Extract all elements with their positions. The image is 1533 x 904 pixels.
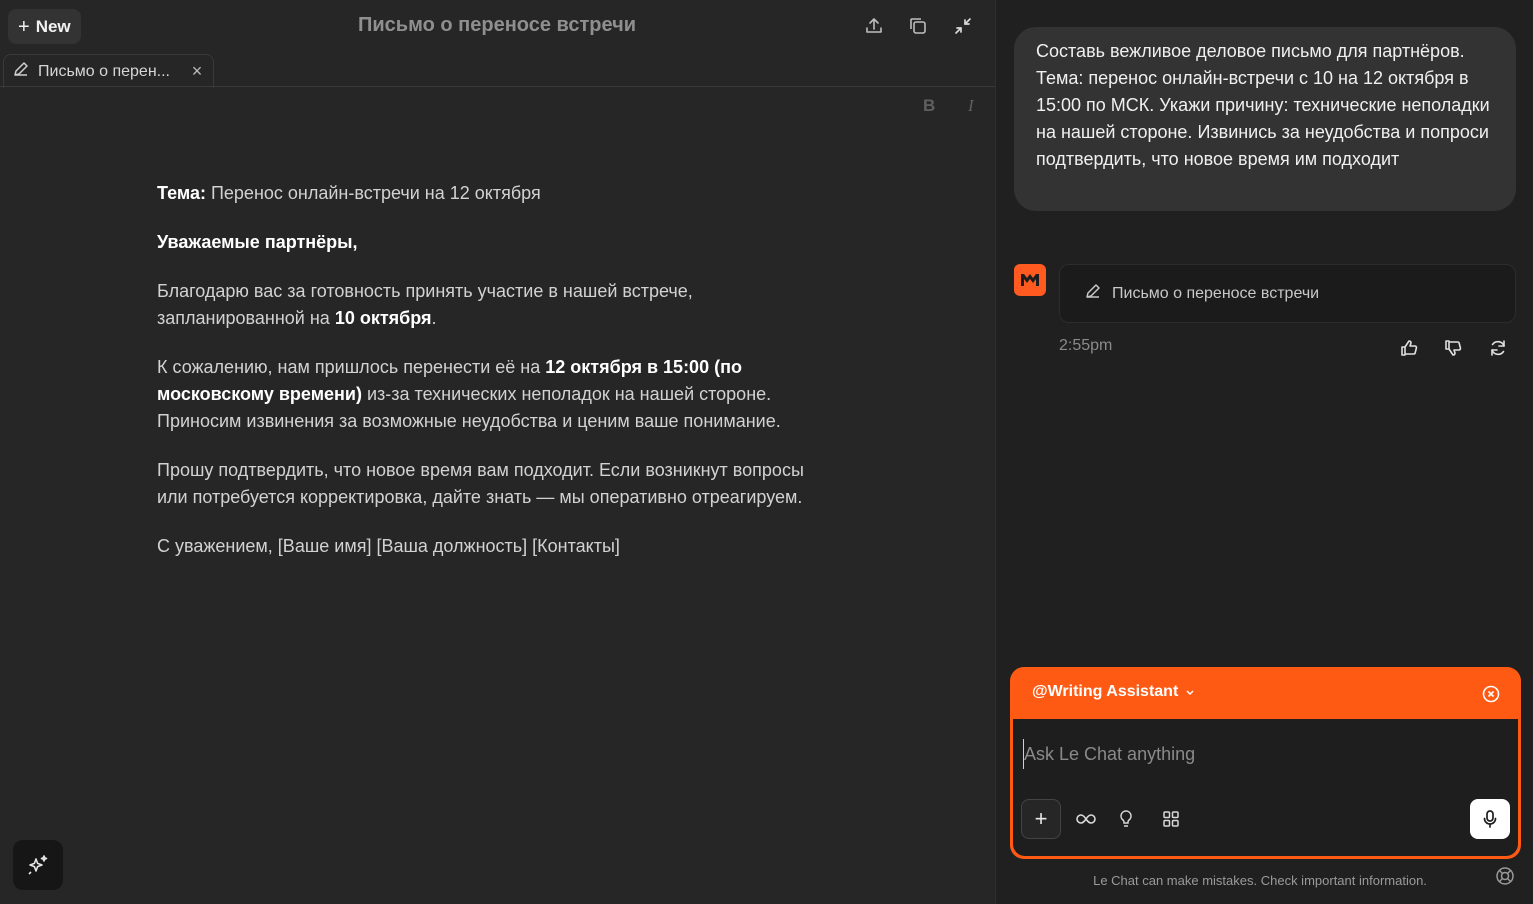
tab-divider	[0, 86, 995, 87]
greeting: Уважаемые партнёры,	[157, 229, 837, 256]
regenerate-icon[interactable]	[1486, 336, 1510, 360]
pencil-icon	[12, 60, 30, 83]
composer-body: +	[1013, 719, 1518, 856]
chat-composer: @Writing Assistant +	[1010, 667, 1521, 859]
plus-icon: +	[18, 15, 30, 38]
thumbs-up-icon[interactable]	[1397, 336, 1421, 360]
chevron-down-icon	[1186, 690, 1194, 696]
italic-button[interactable]: I	[968, 96, 974, 116]
tab-document[interactable]: Письмо о перен... ×	[3, 54, 214, 88]
p2-text: К сожалению, нам пришлось перенести её н…	[157, 357, 546, 377]
document-card-label: Письмо о переносе встречи	[1112, 284, 1320, 302]
microphone-icon	[1483, 810, 1497, 828]
greeting-text: Уважаемые партнёры,	[157, 232, 358, 252]
share-icon[interactable]	[862, 14, 886, 38]
document-card[interactable]: Письмо о переносе встречи	[1059, 264, 1516, 323]
sparkle-icon	[28, 855, 48, 875]
thumbs-down-icon[interactable]	[1441, 336, 1465, 360]
voice-input-button[interactable]	[1470, 799, 1510, 839]
lightbulb-icon[interactable]	[1115, 808, 1137, 830]
mistral-logo-icon	[1021, 274, 1039, 286]
chat-input[interactable]	[1023, 739, 1463, 769]
new-button-label: New	[35, 16, 71, 36]
p1-bold: 10 октября	[334, 308, 432, 328]
pencil-icon	[1084, 282, 1102, 305]
disclaimer-text: Le Chat can make mistakes. Check importa…	[1093, 873, 1427, 888]
attach-button[interactable]: +	[1021, 799, 1061, 839]
subject-label: Тема:	[157, 183, 206, 203]
document-body[interactable]: Тема: Перенос онлайн-встречи на 12 октяб…	[157, 180, 837, 582]
assistant-avatar	[1014, 264, 1046, 296]
subject-line: Тема: Перенос онлайн-встречи на 12 октяб…	[157, 180, 837, 207]
editor-panel: + New Письмо о переносе встречи Письмо о…	[0, 0, 995, 904]
ai-sparkle-button[interactable]	[13, 840, 63, 890]
remove-agent-icon[interactable]	[1481, 684, 1501, 704]
chat-panel: Составь вежливое деловое письмо для парт…	[995, 0, 1533, 904]
infinity-icon[interactable]	[1075, 808, 1097, 830]
document-title: Письмо о переносе встречи	[357, 14, 636, 36]
plus-icon: +	[1034, 806, 1048, 831]
paragraph-3: Прошу подтвердить, что новое время вам п…	[157, 460, 804, 507]
paragraph-1: Благодарю вас за готовность принять учас…	[157, 278, 837, 332]
subject-text: Перенос онлайн-встречи на 12 октября	[205, 183, 541, 203]
collapse-icon[interactable]	[951, 14, 975, 38]
new-button[interactable]: + New	[8, 9, 81, 44]
bold-button[interactable]: B	[923, 96, 935, 116]
message-timestamp: 2:55pm	[1059, 337, 1113, 354]
copy-icon[interactable]	[906, 14, 930, 38]
agent-selector[interactable]: @Writing Assistant	[1032, 683, 1196, 701]
help-icon[interactable]	[1495, 866, 1515, 886]
apps-grid-icon[interactable]	[1160, 808, 1182, 830]
p1-end: .	[431, 308, 437, 328]
signoff: С уважением, [Ваше имя] [Ваша должность]…	[157, 536, 620, 556]
user-message: Составь вежливое деловое письмо для парт…	[1014, 27, 1516, 211]
agent-label: @Writing Assistant	[1032, 683, 1179, 700]
tab-label: Письмо о перен...	[38, 62, 170, 80]
paragraph-2: К сожалению, нам пришлось перенести её н…	[157, 354, 837, 435]
close-icon[interactable]: ×	[187, 61, 207, 82]
